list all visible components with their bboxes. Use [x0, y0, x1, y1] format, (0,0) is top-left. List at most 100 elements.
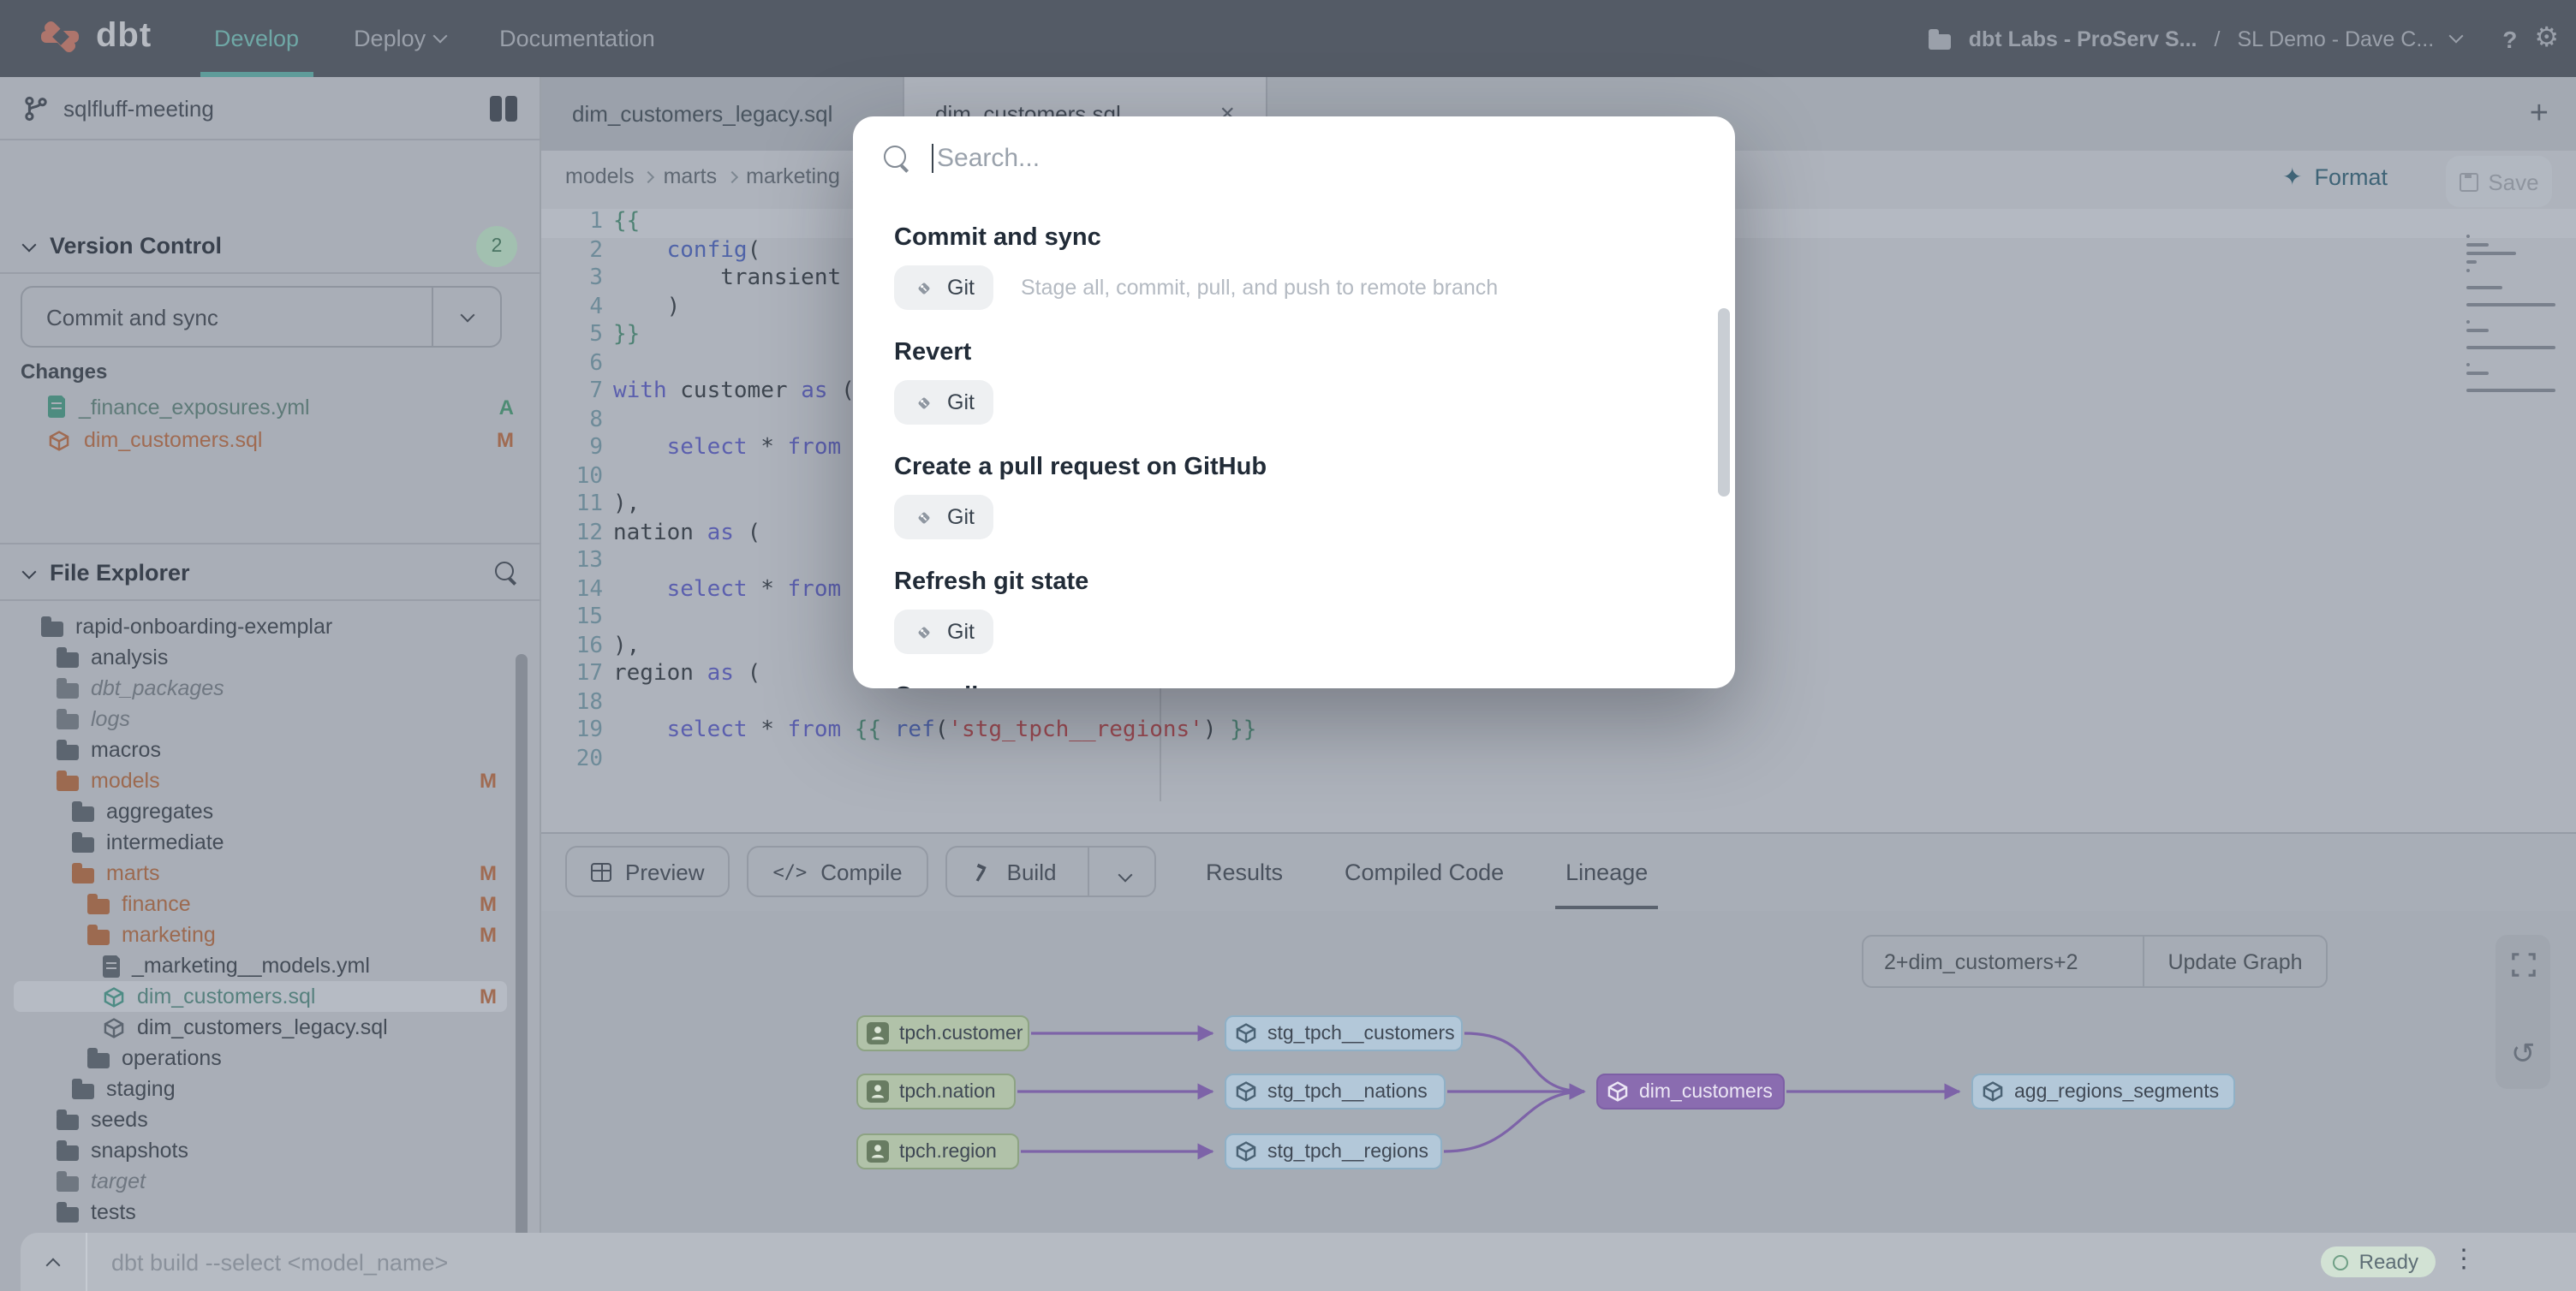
file-tree-item[interactable]: logs [0, 704, 541, 735]
tab-lineage[interactable]: Lineage [1565, 834, 1648, 909]
git-status-letter: M [480, 769, 497, 793]
file-tree-item[interactable]: intermediate [0, 827, 541, 858]
fullscreen-icon[interactable] [2510, 952, 2536, 978]
node-label: tpch.nation [899, 1081, 996, 1102]
preview-button[interactable]: Preview [565, 846, 730, 897]
node-label: stg_tpch__regions [1267, 1141, 1428, 1162]
lineage-selector-input[interactable]: 2+dim_customers+2 [1863, 949, 2143, 973]
node-label: stg_tpch__customers [1267, 1023, 1455, 1044]
palette-item[interactable]: Compile⌘⇧Enter [894, 683, 1694, 688]
file-tree-item[interactable]: _marketing__models.yml [0, 950, 541, 981]
file-tree-item[interactable]: staging [0, 1074, 541, 1104]
nav-documentation[interactable]: Documentation [499, 0, 655, 77]
editor-minimap[interactable] [2466, 235, 2562, 406]
docs-panel-icon[interactable] [490, 95, 517, 121]
chevron-down-icon[interactable] [2449, 29, 2464, 44]
lineage-node-dim_customers[interactable]: dim_customers [1596, 1074, 1785, 1110]
line-number: 19 [541, 717, 603, 746]
dbt-logo[interactable]: dbt [38, 14, 152, 58]
line-number: 11 [541, 491, 603, 520]
lineage-node-stg_tpch__customers[interactable]: stg_tpch__customers [1225, 1015, 1463, 1051]
file-tree-item[interactable]: operations [0, 1043, 541, 1074]
command-input[interactable]: dbt build --select <model_name> [87, 1249, 448, 1275]
new-tab-button[interactable]: + [2530, 95, 2549, 133]
lineage-node-tpch.region[interactable]: tpch.region [856, 1133, 1019, 1169]
nav-develop[interactable]: Develop [214, 0, 299, 77]
build-options-dropdown[interactable] [1102, 859, 1130, 884]
file-tree-item[interactable]: dim_customers_legacy.sql [0, 1012, 541, 1043]
branch-row[interactable]: sqlfluff-meeting [0, 77, 541, 139]
save-label: Save [2488, 169, 2538, 194]
help-icon[interactable]: ? [2502, 25, 2517, 52]
commit-and-sync-button[interactable]: Commit and sync [21, 286, 502, 348]
tab-dim-customers-legacy[interactable]: dim_customers_legacy.sql [541, 77, 904, 151]
file-tree-item[interactable]: martsM [0, 858, 541, 889]
file-tree-item[interactable]: dim_customers.sql M [0, 981, 541, 1012]
update-graph-button[interactable]: Update Graph [2143, 935, 2326, 988]
document-icon [103, 955, 120, 977]
kebab-menu-icon[interactable]: ⋮ [2451, 1243, 2477, 1274]
git-branch-icon [24, 95, 48, 121]
folder-icon [72, 806, 94, 822]
file-tree-item[interactable]: tests [0, 1197, 541, 1228]
reset-view-icon[interactable]: ↻ [2511, 1038, 2536, 1072]
file-tree-item[interactable]: snapshots [0, 1135, 541, 1166]
search-icon[interactable] [495, 562, 517, 584]
lineage-node-stg_tpch__regions[interactable]: stg_tpch__regions [1225, 1133, 1442, 1169]
code-line[interactable]: 19 select * from {{ ref('stg_tpch__regio… [541, 717, 2576, 746]
file-name: rapid-onboarding-exemplar [75, 615, 332, 639]
code-line[interactable]: 18 [541, 689, 2576, 717]
file-tree-item[interactable]: seeds [0, 1104, 541, 1135]
file-explorer-header[interactable]: File Explorer [0, 546, 541, 599]
nav-deploy[interactable]: Deploy [354, 0, 444, 77]
breadcrumb-item[interactable]: models [565, 164, 635, 188]
sidebar-scrollbar[interactable] [516, 654, 528, 1281]
palette-item[interactable]: Create a pull request on GitHubGit [894, 454, 1694, 539]
lineage-node-tpch.customer[interactable]: tpch.customer [856, 1015, 1029, 1051]
palette-item-title: Revert [894, 339, 1694, 366]
lineage-node-stg_tpch__nations[interactable]: stg_tpch__nations [1225, 1074, 1446, 1110]
breadcrumb-item[interactable]: marketing [746, 164, 840, 188]
palette-search-input[interactable] [932, 144, 1708, 173]
file-tree-item[interactable]: macros [0, 735, 541, 765]
project-name[interactable]: SL Demo - Dave C... [2237, 27, 2434, 51]
breadcrumb-item[interactable]: marts [664, 164, 718, 188]
file-tree-item[interactable]: financeM [0, 889, 541, 919]
file-tree-item[interactable]: dbt_packages [0, 673, 541, 704]
code-line[interactable]: 20 [541, 746, 2576, 774]
file-tree-item[interactable]: target [0, 1166, 541, 1197]
line-number: 4 [541, 294, 603, 322]
tab-compiled-code[interactable]: Compiled Code [1345, 834, 1504, 909]
changed-file-row[interactable]: dim_customers.sqlM [0, 424, 541, 456]
table-icon [591, 862, 611, 881]
file-name: operations [122, 1046, 222, 1070]
file-tree-item[interactable]: analysis [0, 642, 541, 673]
model-cube-icon [103, 1016, 125, 1038]
changed-file-row[interactable]: _finance_exposures.ymlA [0, 390, 541, 423]
account-name[interactable]: dbt Labs - ProServ S... [1969, 27, 2197, 51]
expand-command-bar-button[interactable] [21, 1253, 86, 1270]
lineage-node-agg_regions_segments[interactable]: agg_regions_segments [1971, 1074, 2235, 1110]
gear-icon[interactable]: ⚙ [2534, 25, 2559, 52]
git-status-letter: M [480, 892, 497, 916]
file-tree-item[interactable]: rapid-onboarding-exemplar [0, 611, 541, 642]
file-tree-item[interactable]: marketingM [0, 919, 541, 950]
build-button[interactable]: Build [945, 846, 1156, 897]
file-name: dim_customers.sql [137, 985, 315, 1008]
changed-file-name: dim_customers.sql [84, 428, 262, 452]
top-bar: dbt Develop Deploy Documentation dbt Lab… [0, 0, 2576, 77]
lineage-node-tpch.nation[interactable]: tpch.nation [856, 1074, 1016, 1110]
tab-results[interactable]: Results [1206, 834, 1283, 909]
palette-item[interactable]: RevertGit [894, 339, 1694, 425]
palette-item[interactable]: Commit and syncGitStage all, commit, pul… [894, 224, 1694, 310]
palette-scrollbar[interactable] [1718, 308, 1730, 497]
version-control-header[interactable]: Version Control 2 [0, 219, 541, 272]
file-tree-item[interactable]: aggregates [0, 796, 541, 827]
git-status-letter: M [480, 985, 497, 1008]
commit-options-dropdown[interactable] [432, 286, 500, 348]
save-button[interactable]: Save [2446, 156, 2552, 207]
palette-item[interactable]: Refresh git stateGit [894, 568, 1694, 654]
compile-button[interactable]: </> Compile [748, 846, 928, 897]
format-button[interactable]: ✦ Format [2282, 163, 2388, 192]
file-tree-item[interactable]: modelsM [0, 765, 541, 796]
